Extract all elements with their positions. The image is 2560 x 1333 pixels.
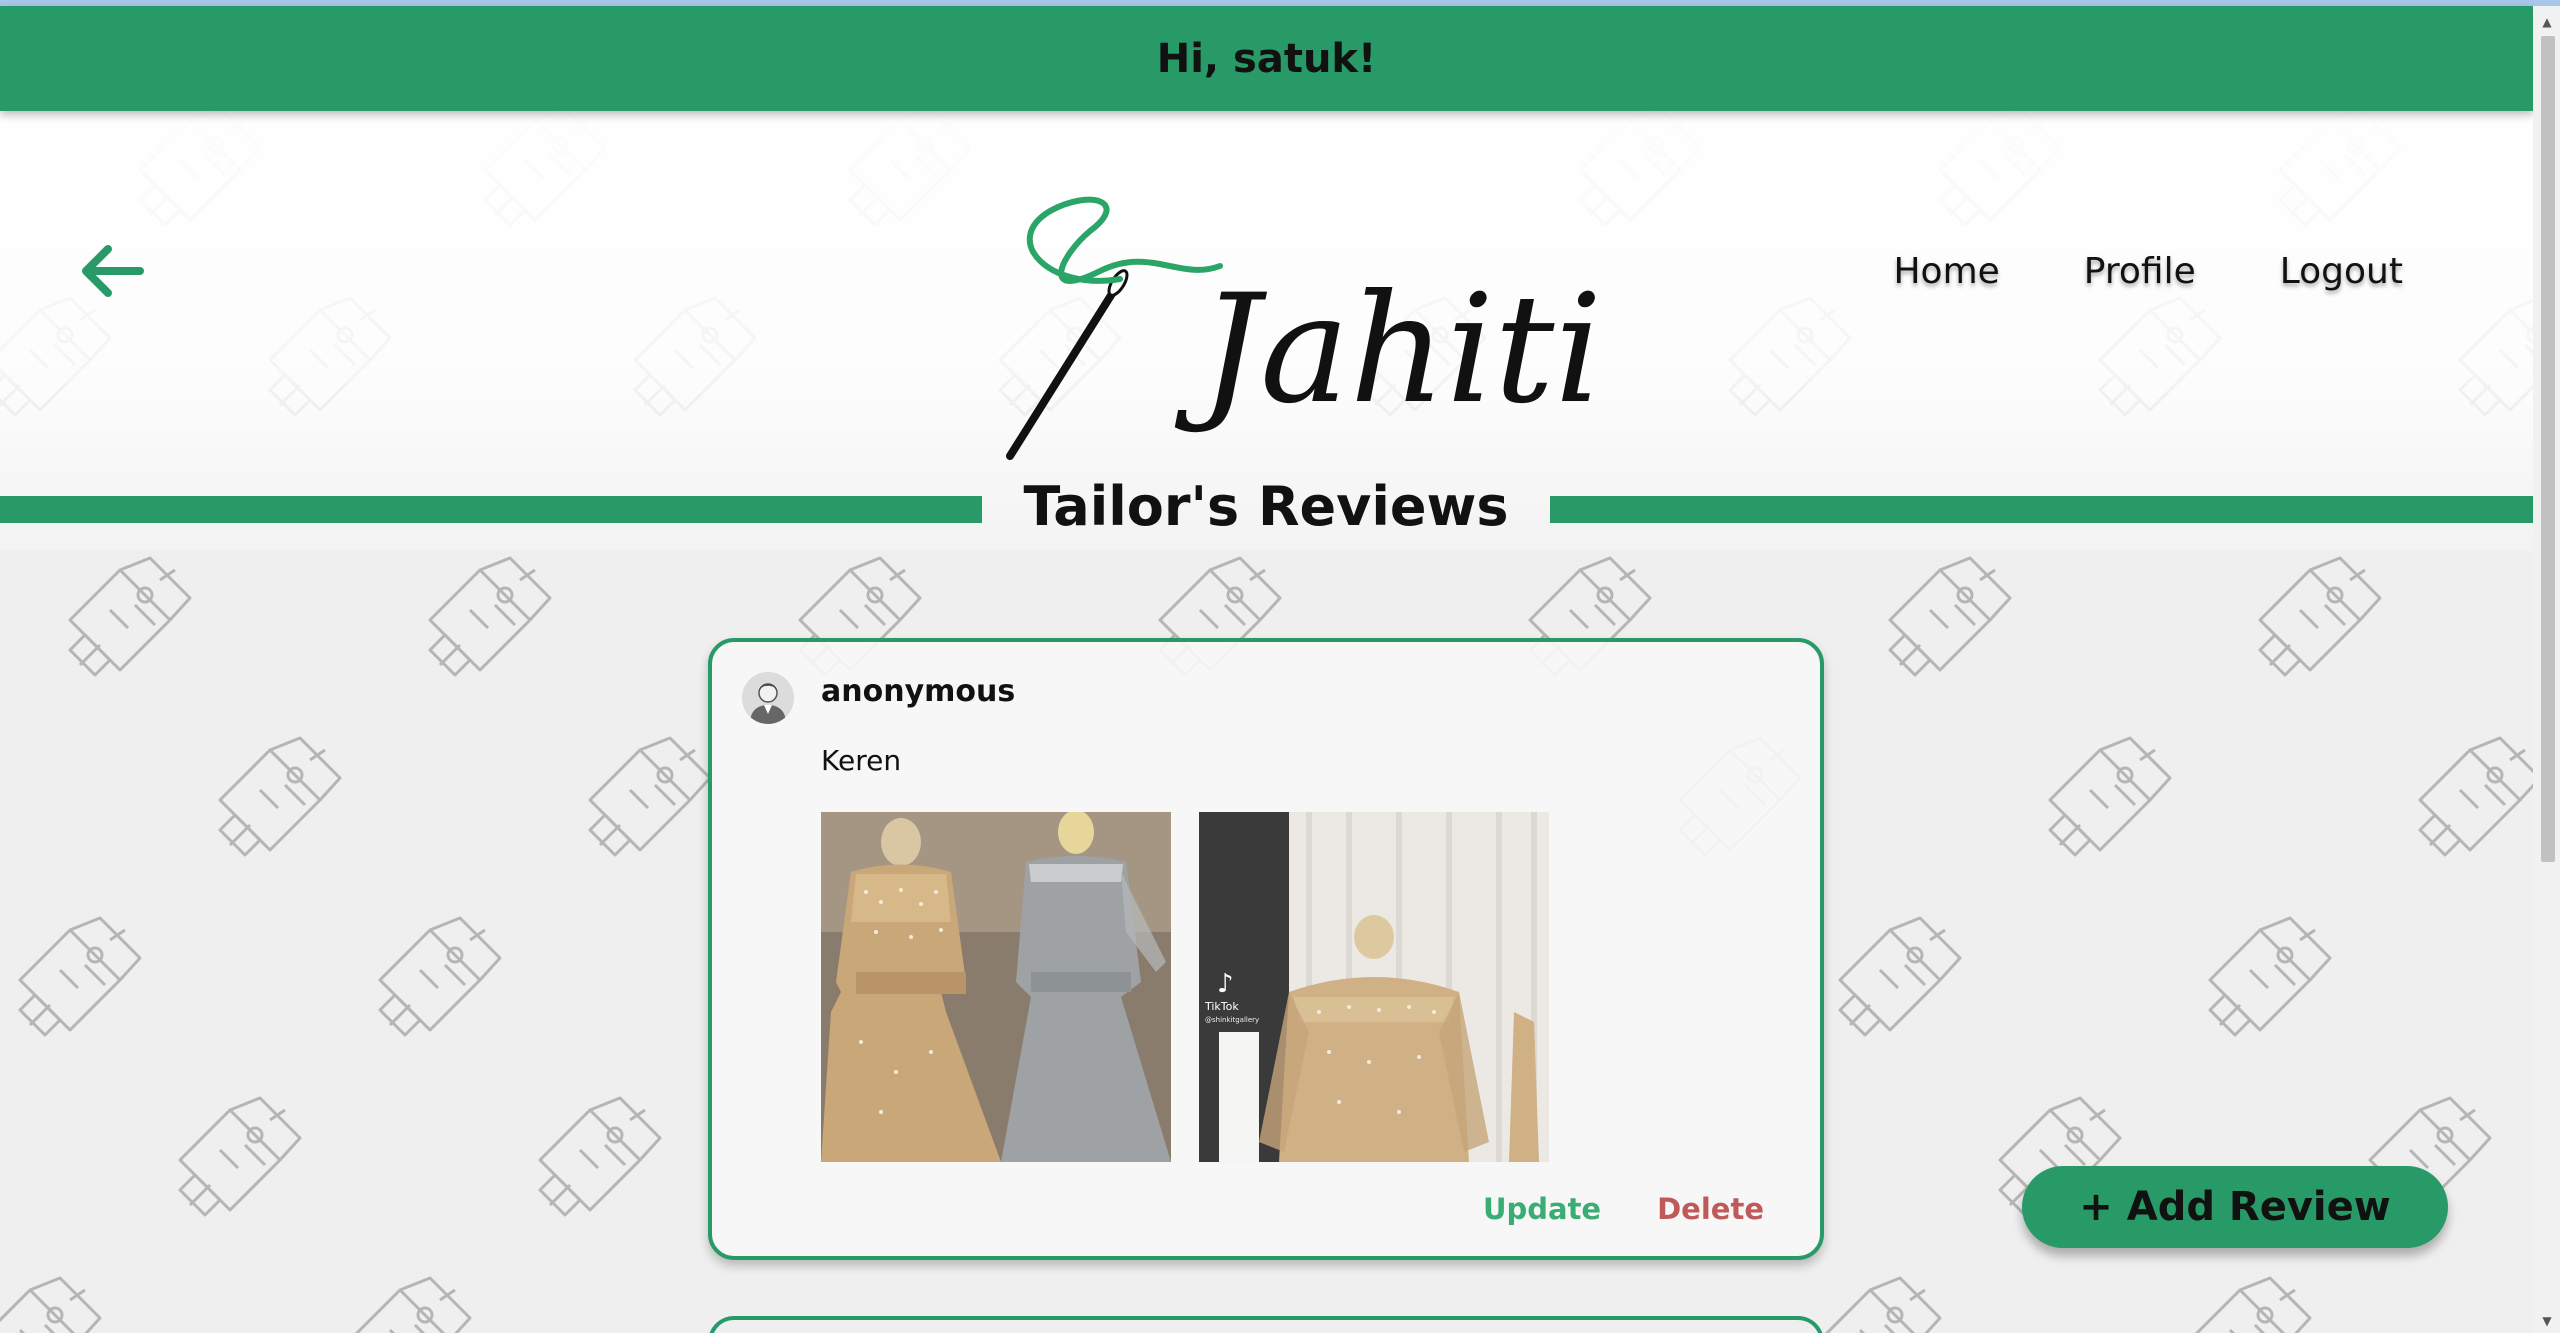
add-review-button[interactable]: + Add Review bbox=[2022, 1166, 2448, 1248]
review-card: anonymous Keren ♪ TikTok @shinkitgallery… bbox=[708, 638, 1824, 1260]
svg-text:♪: ♪ bbox=[1217, 969, 1234, 999]
review-actions: Update Delete bbox=[1483, 1192, 1764, 1226]
main-nav: Home Profile Logout bbox=[1893, 251, 2403, 292]
review-photo[interactable]: ♪ TikTok @shinkitgallery bbox=[1199, 812, 1549, 1162]
jahitin-logo[interactable]: Jahitin bbox=[990, 161, 1699, 521]
review-photo[interactable] bbox=[821, 812, 1171, 1162]
scrollbar[interactable]: ▲ ▼ bbox=[2533, 6, 2560, 1333]
scrollbar-thumb[interactable] bbox=[2541, 36, 2555, 862]
logo-text: Jahitin bbox=[1174, 263, 1610, 437]
section-title-row: Tailor's Reviews bbox=[0, 475, 2533, 547]
nav-profile-link[interactable]: Profile bbox=[2084, 251, 2196, 292]
scroll-up-arrow-icon[interactable]: ▲ bbox=[2541, 16, 2553, 28]
tiktok-icon: ♪ bbox=[1217, 969, 1234, 999]
nav-logout-link[interactable]: Logout bbox=[2280, 251, 2403, 292]
delete-button[interactable]: Delete bbox=[1657, 1192, 1764, 1226]
back-arrow-icon[interactable] bbox=[78, 241, 148, 301]
nav-home-link[interactable]: Home bbox=[1893, 251, 1999, 292]
section-title: Tailor's Reviews bbox=[1023, 475, 1509, 538]
photo-watermark-handle: @shinkitgallery bbox=[1205, 1016, 1259, 1024]
review-card-next bbox=[708, 1316, 1824, 1333]
avatar bbox=[742, 672, 794, 724]
title-divider-right bbox=[1550, 496, 2533, 523]
scroll-down-arrow-icon[interactable]: ▼ bbox=[2541, 1315, 2553, 1327]
update-button[interactable]: Update bbox=[1483, 1192, 1601, 1226]
greeting-text: Hi, satuk! bbox=[1156, 35, 1377, 82]
photo-watermark: TikTok bbox=[1204, 1000, 1239, 1013]
greeting-bar: Hi, satuk! bbox=[0, 6, 2533, 111]
review-comment: Keren bbox=[821, 744, 902, 777]
reviewer-name: anonymous bbox=[821, 674, 1016, 709]
title-divider-left bbox=[0, 496, 982, 523]
